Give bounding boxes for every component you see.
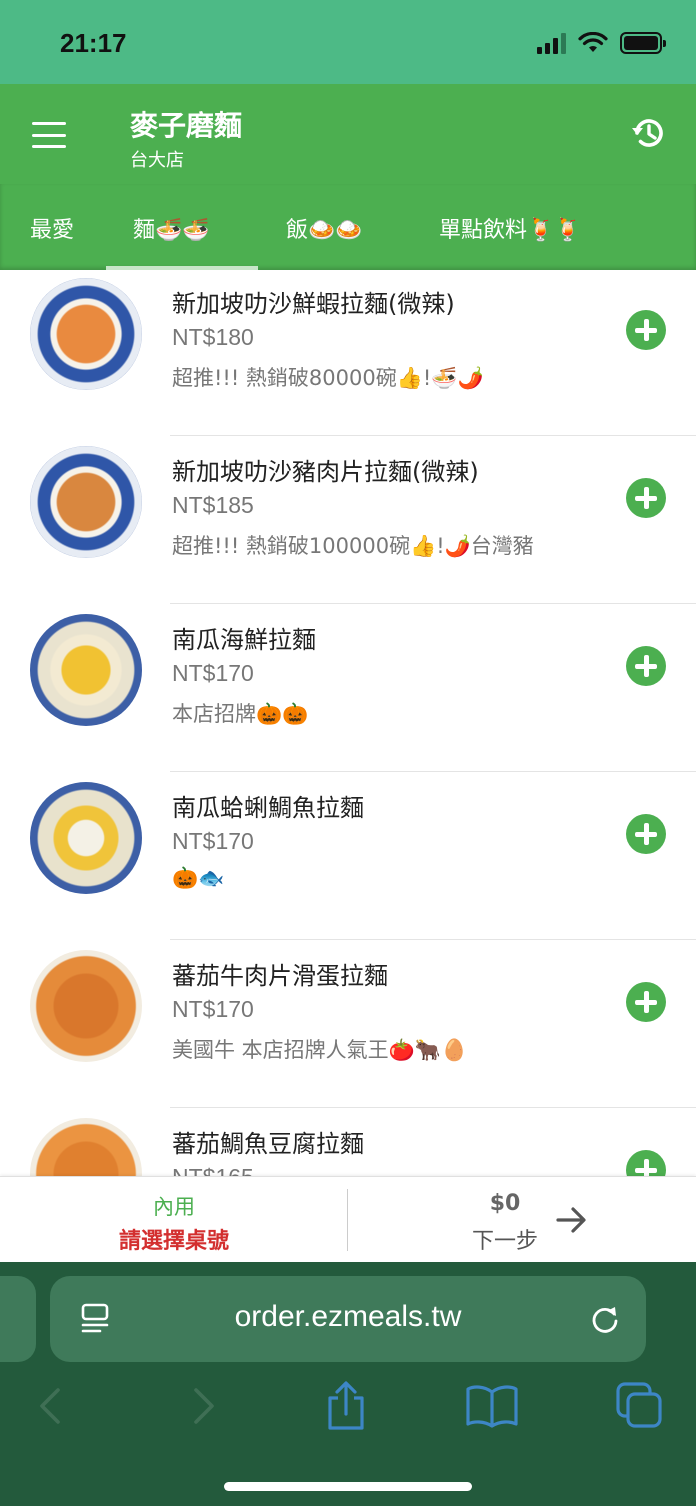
add-to-cart-button[interactable] — [626, 646, 666, 686]
category-tabs: 最愛 麵🍜🍜 飯🍛🍛 單點飲料🍹🍹 — [0, 184, 696, 270]
reload-icon[interactable] — [588, 1302, 622, 1336]
menu-item[interactable]: 新加坡叻沙豬肉片拉麵(微辣) NT$185 超推!!! 熱銷破100000碗👍!… — [0, 436, 696, 604]
dish-name: 南瓜海鮮拉麵 — [172, 626, 316, 654]
select-table-button[interactable]: 請選擇桌號 — [0, 1223, 348, 1255]
menu-item[interactable]: 南瓜海鮮拉麵 NT$170 本店招牌🎃🎃 — [0, 604, 696, 772]
bookmarks-icon[interactable] — [464, 1378, 520, 1434]
menu-item[interactable]: 南瓜蛤蜊鯛魚拉麵 NT$170 🎃🐟 — [0, 772, 696, 940]
hamburger-menu-icon[interactable] — [32, 122, 66, 148]
dish-photo — [30, 950, 142, 1062]
dish-description: 本店招牌🎃🎃 — [172, 702, 309, 726]
menu-item[interactable]: 新加坡叻沙鮮蝦拉麵(微辣) NT$180 超推!!! 熱銷破80000碗👍!🍜🌶… — [0, 270, 696, 436]
menu-list: 新加坡叻沙鮮蝦拉麵(微辣) NT$180 超推!!! 熱銷破80000碗👍!🍜🌶… — [0, 270, 696, 1176]
home-indicator — [224, 1482, 472, 1491]
previous-tab-preview[interactable] — [0, 1276, 36, 1362]
dish-description: 美國牛 本店招牌人氣王🍅🐂🥚 — [172, 1038, 468, 1062]
branch-name: 台大店 — [130, 150, 184, 171]
dish-name: 南瓜蛤蜊鯛魚拉麵 — [172, 794, 364, 822]
dish-name: 新加坡叻沙豬肉片拉麵(微辣) — [172, 458, 479, 486]
menu-item[interactable]: 蕃茄牛肉片滑蛋拉麵 NT$170 美國牛 本店招牌人氣王🍅🐂🥚 — [0, 940, 696, 1108]
order-total: $0 — [489, 1191, 521, 1216]
dish-name: 新加坡叻沙鮮蝦拉麵(微辣) — [172, 290, 455, 318]
tab-rice[interactable]: 飯🍛🍛 — [286, 212, 363, 244]
next-step-label: 下一步 — [471, 1229, 538, 1254]
add-to-cart-button[interactable] — [626, 982, 666, 1022]
dish-photo — [30, 614, 142, 726]
add-to-cart-button[interactable] — [626, 814, 666, 854]
back-arrow-icon[interactable] — [24, 1378, 80, 1434]
status-time: 21:17 — [60, 28, 127, 58]
add-to-cart-button[interactable] — [626, 478, 666, 518]
order-bar: 內用 請選擇桌號 $0 下一步 — [0, 1176, 696, 1262]
dish-name: 蕃茄鯛魚豆腐拉麵 — [172, 1130, 364, 1158]
dish-photo — [30, 278, 142, 390]
dish-description: 🎃🐟 — [172, 866, 225, 890]
browser-toolbar: order.ezmeals.tw — [0, 1262, 696, 1506]
status-icons — [537, 32, 666, 54]
dish-photo — [30, 782, 142, 894]
next-step-button[interactable]: $0 下一步 — [348, 1177, 696, 1263]
tab-drinks[interactable]: 單點飲料🍹🍹 — [439, 212, 582, 244]
dish-photo — [30, 446, 142, 558]
order-history-icon[interactable] — [630, 114, 668, 152]
dish-price: NT$165 — [172, 1164, 254, 1176]
address-bar[interactable]: order.ezmeals.tw — [50, 1276, 646, 1362]
dish-price: NT$185 — [172, 492, 254, 518]
share-icon[interactable] — [318, 1378, 374, 1434]
dish-price: NT$170 — [172, 828, 254, 854]
tab-noodles[interactable]: 麵🍜🍜 — [133, 212, 210, 244]
app-header: 麥子磨麵 台大店 — [0, 84, 696, 184]
forward-arrow-icon[interactable] — [174, 1378, 230, 1434]
dish-description: 超推!!! 熱銷破100000碗👍!🌶️台灣豬 — [172, 534, 534, 558]
dish-description: 超推!!! 熱銷破80000碗👍!🍜🌶️ — [172, 366, 484, 390]
dish-price: NT$170 — [172, 996, 254, 1022]
status-bar: 21:17 — [0, 0, 696, 84]
add-to-cart-button[interactable] — [626, 310, 666, 350]
battery-icon — [620, 32, 666, 54]
wifi-icon — [578, 32, 608, 52]
arrow-right-icon — [556, 1207, 586, 1233]
dine-type-label: 內用 — [153, 1195, 195, 1219]
dish-price: NT$170 — [172, 660, 254, 686]
dish-name: 蕃茄牛肉片滑蛋拉麵 — [172, 962, 388, 990]
cellular-signal-icon — [537, 32, 566, 54]
url-text: order.ezmeals.tw — [234, 1300, 462, 1333]
dish-photo — [30, 1118, 142, 1176]
tabs-icon[interactable] — [612, 1378, 668, 1434]
tab-favorites[interactable]: 最愛 — [30, 212, 74, 244]
dish-price: NT$180 — [172, 324, 254, 350]
store-name: 麥子磨麵 — [130, 109, 243, 142]
menu-item[interactable]: 蕃茄鯛魚豆腐拉麵 NT$165 — [0, 1108, 696, 1176]
add-to-cart-button[interactable] — [626, 1150, 666, 1176]
